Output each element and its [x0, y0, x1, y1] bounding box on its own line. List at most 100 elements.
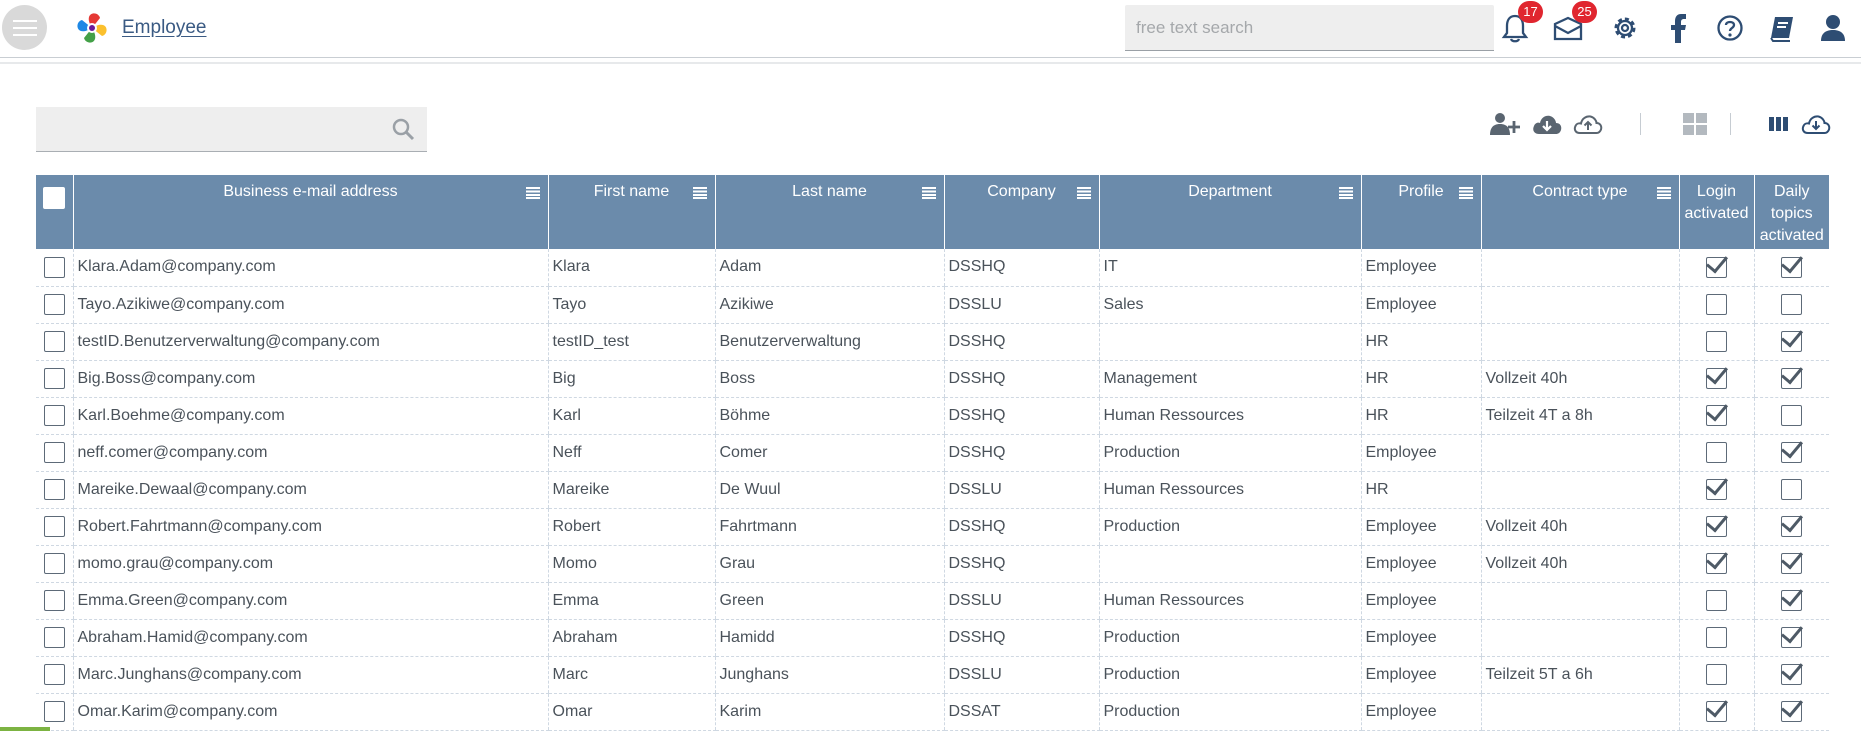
help-button[interactable] [1712, 10, 1748, 46]
column-header-email[interactable]: Business e-mail address [72, 175, 548, 249]
login-activated-checkbox[interactable] [1706, 479, 1727, 500]
daily-topics-checkbox[interactable] [1781, 590, 1803, 611]
daily-topics-checkbox[interactable] [1781, 442, 1803, 463]
daily-topics-checkbox-cell [1753, 249, 1829, 287]
daily-topics-checkbox[interactable] [1781, 664, 1803, 685]
company-cell: DSSLU [943, 286, 1099, 324]
column-menu-icon[interactable] [1338, 184, 1353, 206]
row-select-checkbox[interactable] [43, 368, 65, 389]
add-user-button[interactable] [1489, 108, 1521, 140]
column-settings-button[interactable] [1763, 108, 1795, 140]
table-row[interactable]: Tayo.Azikiwe@company.com Tayo Azikiwe DSSLU… [36, 286, 1829, 324]
table-row[interactable]: Big.Boss@company.com Big Boss DSSHQ Manageme… [36, 360, 1829, 398]
login-activated-checkbox[interactable] [1706, 664, 1727, 685]
table-row[interactable]: Marc.Junghans@company.com Marc Junghans DSS… [36, 656, 1829, 694]
login-activated-checkbox[interactable] [1706, 701, 1727, 722]
facebook-button[interactable] [1660, 10, 1696, 46]
list-search[interactable] [36, 107, 427, 152]
row-select-checkbox[interactable] [43, 442, 65, 463]
table-row[interactable]: Omar.Karim@company.com Omar Karim DSSAT Prod… [36, 693, 1829, 731]
column-menu-icon[interactable] [1458, 184, 1473, 206]
grid-view-button[interactable] [1679, 108, 1711, 140]
app-title-link[interactable]: Employee [122, 17, 207, 39]
row-select-checkbox[interactable] [43, 331, 65, 352]
column-header-contract-type[interactable]: Contract type [1480, 175, 1679, 249]
row-select-checkbox[interactable] [43, 256, 65, 278]
daily-topics-checkbox-cell [1753, 360, 1829, 398]
column-header-last-name[interactable]: Last name [714, 175, 944, 249]
column-header-company[interactable]: Company [943, 175, 1099, 249]
import-button[interactable] [1531, 108, 1563, 140]
table-row[interactable]: Mareike.Dewaal@company.com Mareike De Wuul… [36, 471, 1829, 509]
login-activated-checkbox[interactable] [1706, 516, 1727, 537]
daily-topics-checkbox[interactable] [1781, 553, 1803, 574]
table-row[interactable]: Klara.Adam@company.com Klara Adam DSSHQ IT Em… [36, 249, 1829, 287]
login-activated-checkbox[interactable] [1706, 368, 1727, 389]
free-text-search[interactable] [1125, 5, 1494, 51]
manual-button[interactable] [1764, 10, 1800, 46]
login-activated-checkbox-cell [1678, 397, 1754, 435]
column-menu-icon[interactable] [692, 184, 707, 206]
row-select-checkbox[interactable] [43, 294, 65, 315]
daily-topics-checkbox[interactable] [1781, 516, 1803, 537]
row-select-checkbox[interactable] [43, 516, 65, 537]
table-row[interactable]: Karl.Boehme@company.com Karl Böhme DSSHQ Hum… [36, 397, 1829, 435]
login-activated-checkbox[interactable] [1706, 405, 1727, 426]
column-menu-icon[interactable] [921, 184, 936, 206]
table-row[interactable]: Emma.Green@company.com Emma Green DSSLU Huma… [36, 582, 1829, 620]
column-header-profile[interactable]: Profile [1360, 175, 1481, 249]
first-name-cell: Big [547, 360, 715, 398]
login-activated-checkbox[interactable] [1706, 627, 1727, 648]
row-select-checkbox[interactable] [43, 553, 65, 574]
row-select-checkbox[interactable] [43, 405, 65, 426]
login-activated-checkbox[interactable] [1706, 553, 1727, 574]
upload-button[interactable] [1572, 108, 1604, 140]
list-search-input[interactable] [36, 107, 376, 151]
table-row[interactable]: Abraham.Hamid@company.com Abraham Hamidd DS… [36, 619, 1829, 657]
table-row[interactable]: neff.comer@company.com Neff Comer DSSHQ Prod… [36, 434, 1829, 472]
messages-badge: 25 [1572, 1, 1597, 23]
login-activated-checkbox[interactable] [1706, 442, 1727, 463]
free-text-search-input[interactable] [1125, 5, 1494, 50]
daily-topics-checkbox[interactable] [1781, 256, 1803, 278]
select-all-checkbox[interactable] [43, 187, 66, 209]
row-select-checkbox[interactable] [43, 701, 65, 722]
column-header-department[interactable]: Department [1098, 175, 1361, 249]
login-activated-checkbox[interactable] [1706, 331, 1727, 352]
daily-topics-checkbox[interactable] [1781, 479, 1803, 500]
table-row[interactable]: momo.grau@company.com Momo Grau DSSHQ Employ… [36, 545, 1829, 583]
row-select-checkbox[interactable] [43, 590, 65, 611]
column-menu-icon[interactable] [1076, 184, 1091, 206]
last-name-cell: Comer [714, 434, 944, 472]
column-header-first-name[interactable]: First name [547, 175, 715, 249]
user-profile-button[interactable] [1815, 10, 1851, 46]
daily-topics-checkbox[interactable] [1781, 701, 1803, 722]
export-button[interactable] [1800, 108, 1832, 140]
daily-topics-checkbox[interactable] [1781, 405, 1803, 426]
login-activated-checkbox[interactable] [1706, 256, 1727, 278]
daily-topics-checkbox[interactable] [1781, 368, 1803, 389]
login-activated-checkbox[interactable] [1706, 590, 1727, 611]
row-select-checkbox[interactable] [43, 627, 65, 648]
daily-topics-checkbox[interactable] [1781, 331, 1803, 352]
row-select-checkbox[interactable] [43, 664, 65, 685]
column-menu-icon[interactable] [1656, 184, 1671, 206]
user-icon [1821, 15, 1845, 41]
settings-button[interactable] [1607, 10, 1643, 46]
table-row[interactable]: testID.Benutzerverwaltung@company.com tes… [36, 323, 1829, 361]
column-header-label: Contract type [1532, 183, 1628, 200]
menu-button[interactable] [2, 5, 47, 50]
department-cell [1098, 545, 1361, 583]
search-icon[interactable] [391, 117, 415, 141]
row-select-cell [36, 249, 73, 287]
login-activated-checkbox[interactable] [1706, 294, 1727, 315]
table-row[interactable]: Robert.Fahrtmann@company.com Robert Fahrtm… [36, 508, 1829, 546]
department-cell: Sales [1098, 286, 1361, 324]
column-header-login-activated[interactable]: Login activated [1678, 175, 1754, 249]
column-menu-icon[interactable] [525, 184, 540, 206]
column-header-daily-topics[interactable]: Daily topics activated [1753, 175, 1829, 249]
daily-topics-checkbox[interactable] [1781, 294, 1803, 315]
daily-topics-checkbox[interactable] [1781, 627, 1803, 648]
row-select-checkbox[interactable] [43, 479, 65, 500]
daily-topics-checkbox-cell [1753, 434, 1829, 472]
